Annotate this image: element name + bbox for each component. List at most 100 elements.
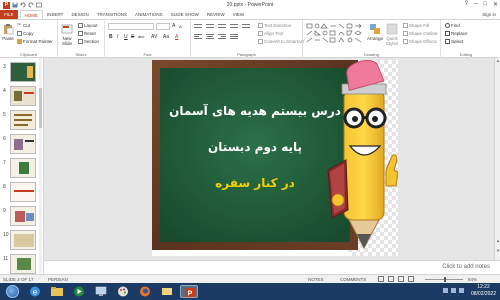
slide-thumbnail-9[interactable]: 9 (2, 206, 42, 230)
taskbar-app-firefox[interactable] (136, 285, 154, 298)
network-icon[interactable] (443, 288, 448, 293)
slide-thumbnail-7[interactable]: 7 (2, 158, 42, 182)
find-button[interactable]: Find (445, 23, 460, 28)
slide-number: 10 (3, 232, 9, 238)
strikethrough-button[interactable]: S (131, 34, 134, 40)
reset-button[interactable]: Reset (78, 31, 96, 36)
slide-sorter-icon[interactable] (388, 276, 394, 282)
layout-button[interactable]: Layout (78, 23, 98, 28)
font-size-dropdown[interactable] (156, 23, 170, 30)
alignment-buttons-icon[interactable] (194, 34, 254, 40)
close-button[interactable]: ✕ (493, 1, 498, 8)
current-slide[interactable]: درس بیستم هدیه های آسمان پایه دوم دبستان… (152, 60, 398, 256)
tab-home[interactable]: HOME (19, 10, 44, 19)
shape-effects-button[interactable]: Shape Effects (403, 39, 437, 44)
slide-thumbnail-6[interactable]: 6 (2, 134, 42, 158)
paste-button[interactable]: Paste (2, 23, 14, 41)
taskbar-app-explorer2[interactable] (158, 285, 176, 298)
slide-title-line-3[interactable]: در کنار سفره (160, 176, 350, 190)
shrink-font-button[interactable]: A (179, 24, 182, 29)
volume-icon[interactable] (451, 288, 456, 293)
slide-preview (10, 62, 36, 82)
folder-icon (51, 287, 63, 296)
select-button[interactable]: Select (445, 39, 464, 44)
section-button[interactable]: Section (78, 39, 99, 44)
tab-review[interactable]: REVIEW (203, 10, 229, 19)
align-text-button[interactable]: Align Text (258, 31, 283, 36)
text-shadow-button[interactable]: abc (138, 34, 144, 39)
language-indicator[interactable]: PERSIAN (48, 277, 68, 282)
comments-button[interactable]: COMMENTS (340, 277, 366, 282)
slide-thumbnail-4[interactable]: 4 (2, 86, 42, 110)
editor-scrollbar[interactable]: ▲ ▲ ▼ (494, 58, 500, 260)
notes-pane[interactable]: Click to add notes (44, 260, 500, 274)
text-direction-button[interactable]: Text Direction (258, 23, 291, 28)
shape-fill-button[interactable]: Shape Fill (403, 23, 429, 28)
shape-outline-button[interactable]: Shape Outline (403, 31, 438, 36)
slide-thumbnail-3[interactable]: 3 (2, 62, 42, 86)
clock[interactable]: 12:22 08/02/2022 (471, 284, 496, 298)
underline-button[interactable]: U (124, 34, 128, 40)
italic-button[interactable]: I (117, 34, 118, 40)
tab-insert[interactable]: INSERT (43, 10, 67, 19)
slide-thumbnail-10[interactable]: 10 (2, 230, 42, 254)
thumbnails-scrollbar[interactable] (39, 58, 42, 274)
copy-button[interactable]: Copy (17, 31, 34, 36)
normal-view-icon[interactable] (378, 276, 384, 282)
zoom-level[interactable]: 84% (468, 277, 477, 282)
font-name-dropdown[interactable] (108, 23, 154, 30)
slide-thumbnail-5[interactable]: 5 (2, 110, 42, 134)
help-button[interactable]: ? (465, 1, 468, 8)
previous-slide-icon[interactable]: ▲ (495, 238, 500, 243)
slide-title-line-1[interactable]: درس بیستم هدیه های آسمان (160, 104, 350, 118)
slide-number: 9 (3, 208, 6, 214)
convert-smartart-button[interactable]: Convert to SmartArt (258, 39, 304, 44)
list-buttons-icon[interactable] (194, 23, 254, 29)
sign-in-link[interactable]: Sign in (482, 10, 496, 19)
powerpoint-window: P 20.pptx - PowerPoint ? – □ ✕ FILE HOME… (0, 0, 500, 300)
slideshow-view-icon[interactable] (408, 276, 414, 282)
paragraph-group: Text Direction Align Text Convert to Sma… (191, 20, 304, 58)
slide-thumbnail-8[interactable]: 8 (2, 182, 42, 206)
tab-animations[interactable]: ANIMATIONS (131, 10, 167, 19)
next-slide-icon[interactable]: ▼ (495, 248, 500, 253)
scrollbar-thumb[interactable] (39, 88, 42, 128)
zoom-slider-knob[interactable] (444, 277, 446, 282)
taskbar-app-paint[interactable] (114, 285, 132, 298)
flag-icon[interactable] (459, 288, 464, 293)
slide-thumbnail-11[interactable]: 11 (2, 254, 42, 274)
shape-outline-label: Shape Outline (409, 31, 438, 36)
slide-counter: SLIDE 2 OF 17 (3, 277, 34, 282)
new-slide-button[interactable]: New Slide (60, 23, 74, 46)
taskbar-app-powerpoint[interactable]: P (180, 285, 198, 298)
grow-font-button[interactable]: A (172, 23, 175, 29)
start-button[interactable] (6, 285, 19, 298)
taskbar-app-ie[interactable]: e (26, 285, 44, 298)
taskbar-app-mycomputer[interactable] (92, 285, 110, 298)
tab-slide-show[interactable]: SLIDE SHOW (167, 10, 203, 19)
notes-button[interactable]: NOTES (308, 277, 324, 282)
reading-view-icon[interactable] (398, 276, 404, 282)
taskbar-app-explorer[interactable] (48, 285, 66, 298)
format-painter-button[interactable]: Format Painter (17, 39, 53, 44)
tab-view[interactable]: VIEW (229, 10, 249, 19)
slide-preview (10, 158, 36, 178)
minimize-button[interactable]: – (474, 1, 477, 8)
arrange-button[interactable]: Arrange (367, 23, 383, 41)
maximize-button[interactable]: □ (483, 1, 487, 8)
bold-button[interactable]: B (109, 34, 113, 40)
scroll-up-icon[interactable]: ▲ (495, 58, 500, 63)
taskbar-app-media[interactable] (70, 285, 88, 298)
tab-file[interactable]: FILE (0, 10, 18, 19)
char-spacing-button[interactable]: AV (151, 34, 157, 40)
slide-number: 8 (3, 184, 6, 190)
shapes-gallery[interactable] (306, 23, 364, 45)
cut-button[interactable]: ✂ Cut (17, 23, 30, 29)
replace-button[interactable]: Replace (445, 31, 468, 36)
tab-design[interactable]: DESIGN (67, 10, 92, 19)
tab-transitions[interactable]: TRANSITIONS (93, 10, 131, 19)
font-color-button[interactable]: A (175, 34, 178, 40)
change-case-button[interactable]: Aa (163, 34, 169, 40)
slide-title-line-2[interactable]: پایه دوم دبستان (160, 140, 350, 154)
quick-styles-button[interactable]: Quick Styles (385, 23, 399, 46)
